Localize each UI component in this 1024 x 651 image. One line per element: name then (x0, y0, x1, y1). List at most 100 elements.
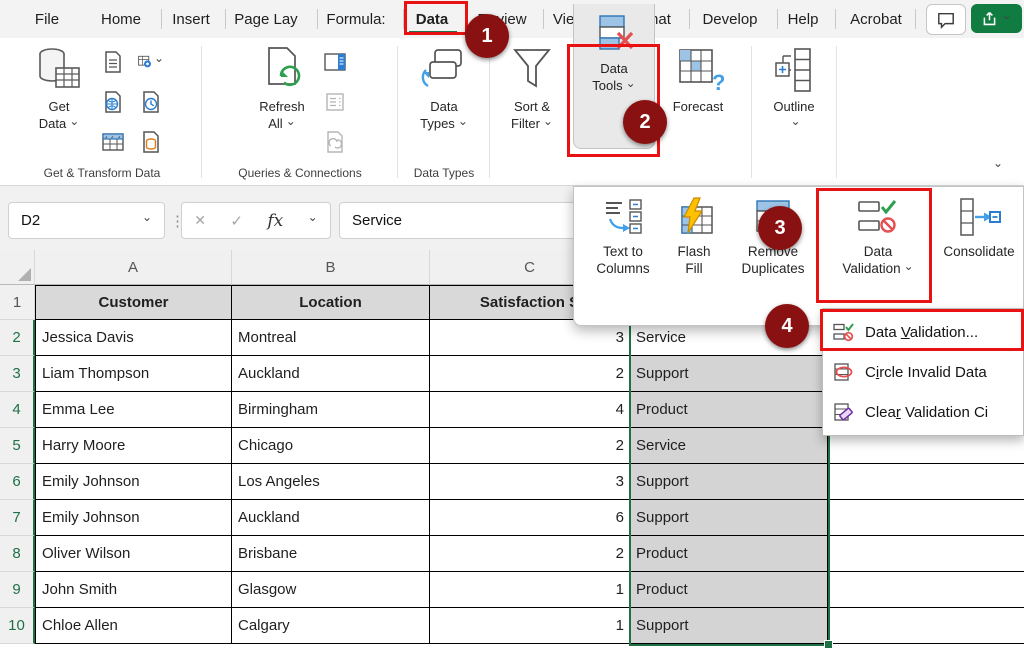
cell-D6[interactable]: Support (630, 464, 828, 500)
existing-connections-button[interactable] (138, 130, 164, 154)
row-header-7[interactable]: 7 (0, 500, 35, 536)
menubar-tab-review[interactable]: Review (471, 0, 533, 38)
cell-A3[interactable]: Liam Thompson (35, 356, 232, 392)
menubar-tab-home[interactable]: Home (95, 0, 147, 38)
remove-duplicates-button[interactable]: Remove Duplicates (726, 191, 820, 321)
properties-button[interactable] (322, 90, 348, 114)
get-data-button[interactable]: Get Data (20, 46, 98, 133)
data-tools-button[interactable]: Data Tools (573, 4, 655, 149)
recent-sources-button[interactable] (138, 90, 164, 114)
enter-icon[interactable] (230, 212, 243, 230)
refresh-all-button[interactable]: Refresh All (240, 46, 324, 133)
cell-A6[interactable]: Emily Johnson (35, 464, 232, 500)
cell-C9[interactable]: 1 (430, 572, 630, 608)
chevron-down-icon[interactable] (308, 212, 318, 229)
menu-item-circle-invalid-data[interactable]: Circle Invalid Data (823, 352, 1023, 392)
chevron-down-icon (1001, 10, 1011, 28)
cell-D5[interactable]: Service (630, 428, 828, 464)
cell-A8[interactable]: Oliver Wilson (35, 536, 232, 572)
from-table-button[interactable] (100, 130, 126, 154)
cell-E10[interactable] (828, 608, 1024, 644)
menubar-tab-pagelay[interactable]: Page Lay (227, 0, 305, 38)
menubar-tab-file[interactable]: File (25, 0, 69, 38)
data-types-button[interactable]: Data Types (406, 46, 482, 133)
comments-button[interactable] (926, 4, 966, 35)
tab-divider (317, 9, 318, 29)
cell-D8[interactable]: Product (630, 536, 828, 572)
menubar-tab-develop[interactable]: Develop (691, 0, 769, 38)
cell-B9[interactable]: Glasgow (232, 572, 430, 608)
cell-A2[interactable]: Jessica Davis (35, 320, 232, 356)
cell-B4[interactable]: Birmingham (232, 392, 430, 428)
row-header-10[interactable]: 10 (0, 608, 35, 644)
column-header-A[interactable]: A (35, 250, 232, 285)
from-web-button[interactable] (100, 90, 126, 114)
menubar-tab-help[interactable]: Help (779, 0, 827, 38)
cell-D10[interactable]: Support (630, 608, 828, 644)
data-validation-button[interactable]: Data Validation (823, 191, 933, 321)
cell-C5[interactable]: 2 (430, 428, 630, 464)
cell-B8[interactable]: Brisbane (232, 536, 430, 572)
svg-text:?: ? (712, 70, 724, 94)
menubar-tab-acrobat[interactable]: Acrobat (839, 0, 913, 38)
cell-C7[interactable]: 6 (430, 500, 630, 536)
cell-D7[interactable]: Support (630, 500, 828, 536)
row-header-3[interactable]: 3 (0, 356, 35, 392)
outline-button[interactable]: Outline (756, 46, 832, 133)
cell-B5[interactable]: Chicago (232, 428, 430, 464)
cell-B6[interactable]: Los Angeles (232, 464, 430, 500)
cell-C8[interactable]: 2 (430, 536, 630, 572)
cell-D9[interactable]: Product (630, 572, 828, 608)
fill-handle[interactable] (824, 640, 833, 649)
table-header-cell[interactable]: Customer (35, 285, 232, 320)
name-box[interactable]: D2 (8, 202, 165, 239)
row-header-9[interactable]: 9 (0, 572, 35, 608)
cell-A4[interactable]: Emma Lee (35, 392, 232, 428)
row-header-4[interactable]: 4 (0, 392, 35, 428)
consolidate-button[interactable]: Consolidate (935, 191, 1023, 321)
cell-E6[interactable] (828, 464, 1024, 500)
row-header-1[interactable]: 1 (0, 285, 35, 320)
from-text-button[interactable] (100, 50, 126, 74)
menubar-tab-insert[interactable]: Insert (163, 0, 219, 38)
text-to-columns-button[interactable]: Text to Columns (584, 191, 662, 321)
row-header-6[interactable]: 6 (0, 464, 35, 500)
tab-divider (689, 9, 690, 29)
share-button[interactable] (971, 4, 1022, 33)
insert-function-icon[interactable]: fx (267, 211, 283, 231)
cell-A7[interactable]: Emily Johnson (35, 500, 232, 536)
cell-C3[interactable]: 2 (430, 356, 630, 392)
forecast-button[interactable]: ? Forecast (648, 46, 748, 115)
table-header-cell[interactable]: Location (232, 285, 430, 320)
collapse-ribbon-icon[interactable] (993, 158, 1003, 175)
select-all-corner[interactable] (0, 250, 35, 285)
cell-D3[interactable]: Support (630, 356, 828, 392)
flash-fill-button[interactable]: Flash Fill (664, 191, 724, 321)
row-header-5[interactable]: 5 (0, 428, 35, 464)
cell-C10[interactable]: 1 (430, 608, 630, 644)
from-picture-button[interactable] (138, 50, 164, 74)
cell-A9[interactable]: John Smith (35, 572, 232, 608)
cell-E9[interactable] (828, 572, 1024, 608)
menu-item-data-validation[interactable]: Data Validation... (823, 312, 1023, 352)
cell-D4[interactable]: Product (630, 392, 828, 428)
cancel-icon[interactable] (194, 212, 206, 229)
cell-A5[interactable]: Harry Moore (35, 428, 232, 464)
row-header-2[interactable]: 2 (0, 320, 35, 356)
cell-B10[interactable]: Calgary (232, 608, 430, 644)
cell-B3[interactable]: Auckland (232, 356, 430, 392)
column-header-B[interactable]: B (232, 250, 430, 285)
queries-connections-button[interactable] (322, 50, 348, 74)
cell-B2[interactable]: Montreal (232, 320, 430, 356)
cell-C6[interactable]: 3 (430, 464, 630, 500)
cell-A10[interactable]: Chloe Allen (35, 608, 232, 644)
menu-item-clear-validation-circles[interactable]: Clear Validation Ci (823, 392, 1023, 432)
cell-B7[interactable]: Auckland (232, 500, 430, 536)
cell-C4[interactable]: 4 (430, 392, 630, 428)
sort-filter-button[interactable]: Sort & Filter (494, 46, 570, 133)
menubar-tab-formula[interactable]: Formula: (319, 0, 393, 38)
row-header-8[interactable]: 8 (0, 536, 35, 572)
cell-E7[interactable] (828, 500, 1024, 536)
edit-links-button[interactable] (322, 130, 348, 154)
cell-E8[interactable] (828, 536, 1024, 572)
